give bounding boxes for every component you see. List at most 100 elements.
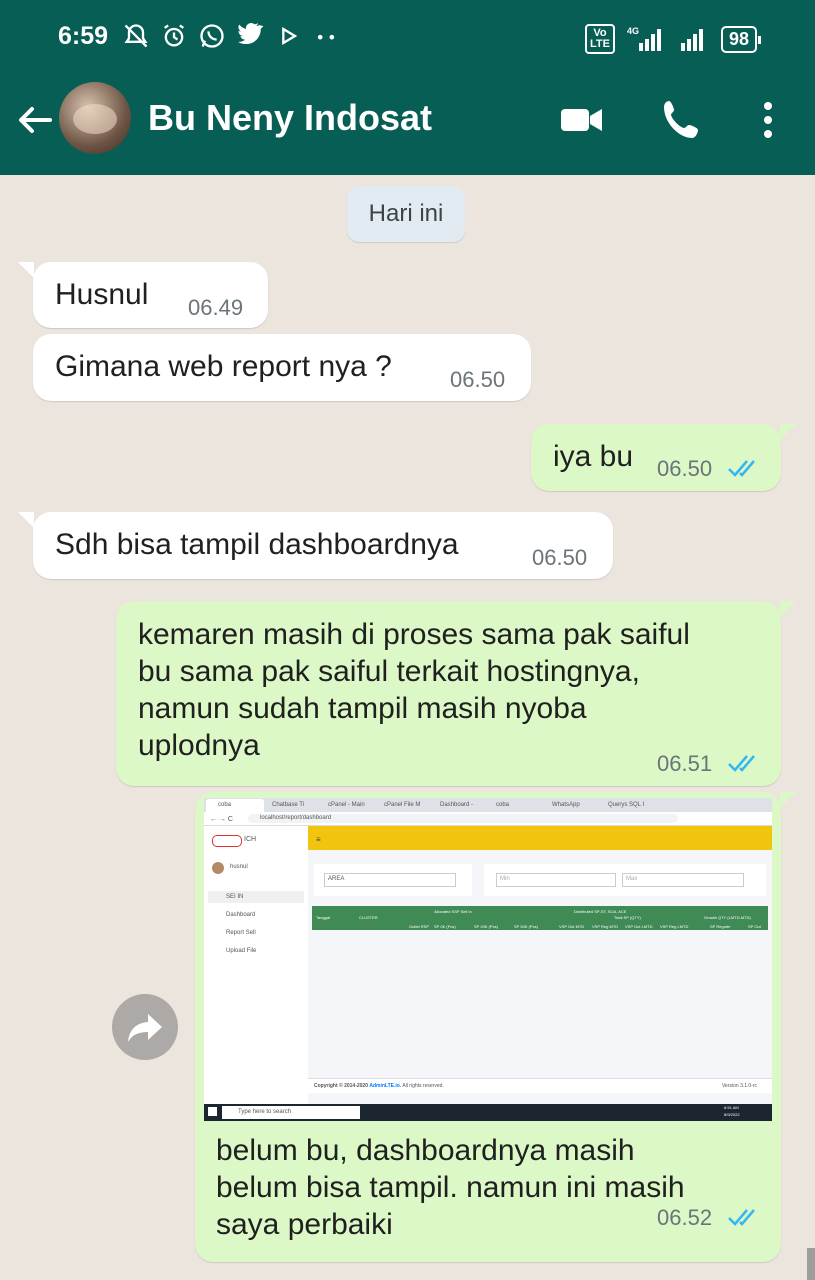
- battery-indicator: 98: [720, 25, 762, 53]
- status-bar: 6:59 Vo LTE 4G 98: [0, 0, 815, 75]
- user-avatar: [212, 862, 224, 874]
- contact-name[interactable]: Bu Neny Indosat: [148, 97, 432, 139]
- back-arrow-icon[interactable]: [14, 100, 54, 140]
- browser-tab-label[interactable]: WhatsApp: [552, 802, 580, 808]
- more-options-icon[interactable]: [745, 97, 791, 143]
- sidebar-item-upload-file[interactable]: Upload File: [226, 948, 256, 954]
- browser-tab-label[interactable]: Chatbase Ti: [272, 802, 304, 808]
- address-url[interactable]: localhost/report/dashboard: [260, 815, 331, 821]
- date-chip: Hari ini: [347, 186, 465, 242]
- table-header-cell: Allocated SSP Sell In: [434, 909, 472, 914]
- table-subheader-cell: SP Reguler: [710, 924, 731, 929]
- message-time: 06.50: [657, 456, 713, 481]
- chat-header: Bu Neny Indosat: [0, 75, 815, 175]
- message-text: Gimana web report nya ?: [55, 350, 392, 383]
- notification-icons: [122, 22, 340, 50]
- table-subheader-cell: SP Out: [748, 924, 761, 929]
- message-bubble-incoming[interactable]: Husnul 06.49: [33, 262, 268, 328]
- avatar[interactable]: [59, 82, 131, 154]
- indosat-logo: [212, 835, 242, 847]
- message-bubble-incoming[interactable]: Gimana web report nya ? 06.50: [33, 334, 531, 401]
- message-bubble-outgoing[interactable]: iya bu 06.50: [531, 424, 781, 491]
- whatsapp-icon: [200, 24, 224, 48]
- browser-tab-label[interactable]: cPanel - Main: [328, 802, 365, 808]
- table-header-cell: Distributed SP-ST, SOA, ACE: [574, 909, 627, 914]
- footer-version: Version 3.1.0-rc: [722, 1083, 758, 1089]
- table-subheader-cell: VSP Out LMTD: [625, 924, 653, 929]
- bubble-tail: [780, 601, 796, 617]
- hamburger-icon[interactable]: ≡: [316, 835, 321, 844]
- footer-copyright: Copyright © 2014-2020 AdminLTE.io. All r…: [314, 1083, 444, 1089]
- bell-off-icon: [124, 24, 148, 48]
- footer-rights: All rights reserved.: [402, 1083, 444, 1089]
- taskbar-date: 8/9/2022: [724, 1112, 740, 1117]
- windows-start-icon[interactable]: [208, 1107, 217, 1116]
- min-input[interactable]: [496, 873, 616, 887]
- dashboard-topbar: [308, 826, 772, 850]
- shared-image-dashboard[interactable]: coba Chatbase Ti cPanel - Main cPanel Fi…: [204, 798, 772, 1121]
- table-subheader-cell: Outlet RSP: [409, 924, 430, 929]
- sidebar-item-report-sell[interactable]: Report Sell: [226, 930, 256, 936]
- browser-nav-icons[interactable]: ← → C: [210, 816, 233, 823]
- area-select-label[interactable]: AREA: [328, 876, 344, 882]
- signal-4g-icon: 4G: [627, 26, 661, 51]
- table-header-cell: Tanggal: [316, 915, 331, 920]
- max-input[interactable]: [622, 873, 744, 887]
- table-header-cell: CLUSTER: [359, 915, 378, 920]
- status-right: Vo LTE 4G 98: [585, 24, 762, 54]
- bubble-tail: [18, 262, 34, 278]
- read-receipt-icon: [728, 755, 755, 772]
- read-receipt-icon: [728, 1209, 755, 1226]
- message-time: 06.49: [188, 295, 244, 320]
- table-subheader-cell: VSP Reg MTD: [592, 924, 619, 929]
- message-text: kemaren masih di proses sama pak saiful …: [138, 618, 690, 762]
- bubble-tail: [780, 792, 796, 808]
- browser-tab-label[interactable]: coba: [218, 802, 231, 808]
- min-placeholder: Min: [500, 876, 510, 882]
- table-subheader-cell: VSP Out MTD: [559, 924, 585, 929]
- message-bubble-incoming[interactable]: Sdh bisa tampil dashboardnya 06.50: [33, 512, 613, 579]
- message-text: iya bu: [553, 440, 634, 473]
- forward-button[interactable]: [112, 994, 178, 1060]
- read-receipt-icon: [728, 460, 755, 477]
- sidebar-user-name: husnul: [230, 864, 248, 870]
- alarm-icon: [164, 24, 184, 47]
- browser-tab-label[interactable]: Querys SQL I: [608, 802, 644, 808]
- browser-active-tab[interactable]: [206, 799, 264, 812]
- browser-tab-label[interactable]: cPanel File M: [384, 802, 420, 808]
- phone-call-icon[interactable]: [659, 97, 705, 143]
- message-time: 06.50: [532, 545, 588, 570]
- message-time: 06.51: [657, 751, 713, 776]
- footer-copyright-text: Copyright © 2014-2020: [314, 1083, 368, 1089]
- status-time: 6:59: [58, 22, 109, 50]
- message-bubble-outgoing[interactable]: kemaren masih di proses sama pak saiful …: [116, 601, 781, 786]
- twitter-icon: [238, 23, 264, 45]
- message-time: 06.52: [657, 1205, 713, 1230]
- data-table-header: [312, 906, 768, 930]
- max-placeholder: Max: [626, 876, 638, 882]
- footer-link[interactable]: AdminLTE.io.: [369, 1083, 401, 1089]
- sidebar-select[interactable]: [208, 891, 304, 903]
- video-call-icon[interactable]: [559, 97, 605, 143]
- message-text: Sdh bisa tampil dashboardnya: [55, 528, 459, 561]
- chat-area[interactable]: Hari ini Husnul 06.49 Gimana web report …: [0, 175, 815, 1280]
- play-icon: [282, 26, 298, 46]
- table-header-cell: Total SP (QTY): [614, 915, 641, 920]
- browser-tab-label[interactable]: Dashboard -: [440, 802, 473, 808]
- dashboard-brand: ICH: [244, 836, 257, 843]
- table-subheader-cell: SP 20K (Pcs): [474, 924, 498, 929]
- table-header-cell: Growth QTY (LMTD-MTD): [704, 915, 751, 920]
- table-subheader-cell: SP 0K (Pcs): [434, 924, 456, 929]
- volte-badge: Vo LTE: [585, 24, 615, 54]
- sidebar-item-dashboard[interactable]: Dashboard: [226, 912, 255, 918]
- taskbar-clock: 6:51 AM: [724, 1105, 739, 1110]
- signal-icon: [680, 29, 703, 51]
- table-subheader-cell: VSP Reg LMTD: [660, 924, 689, 929]
- bubble-tail: [780, 424, 796, 440]
- taskbar-search-placeholder[interactable]: Type here to search: [238, 1109, 291, 1115]
- sidebar-select-label[interactable]: SEI IN: [226, 894, 243, 900]
- scrollbar[interactable]: [807, 1248, 815, 1280]
- message-text: belum bu, dashboardnya masih belum bisa …: [216, 1134, 685, 1241]
- browser-tab-label[interactable]: coba: [496, 802, 509, 808]
- volte-line2: LTE: [590, 38, 610, 50]
